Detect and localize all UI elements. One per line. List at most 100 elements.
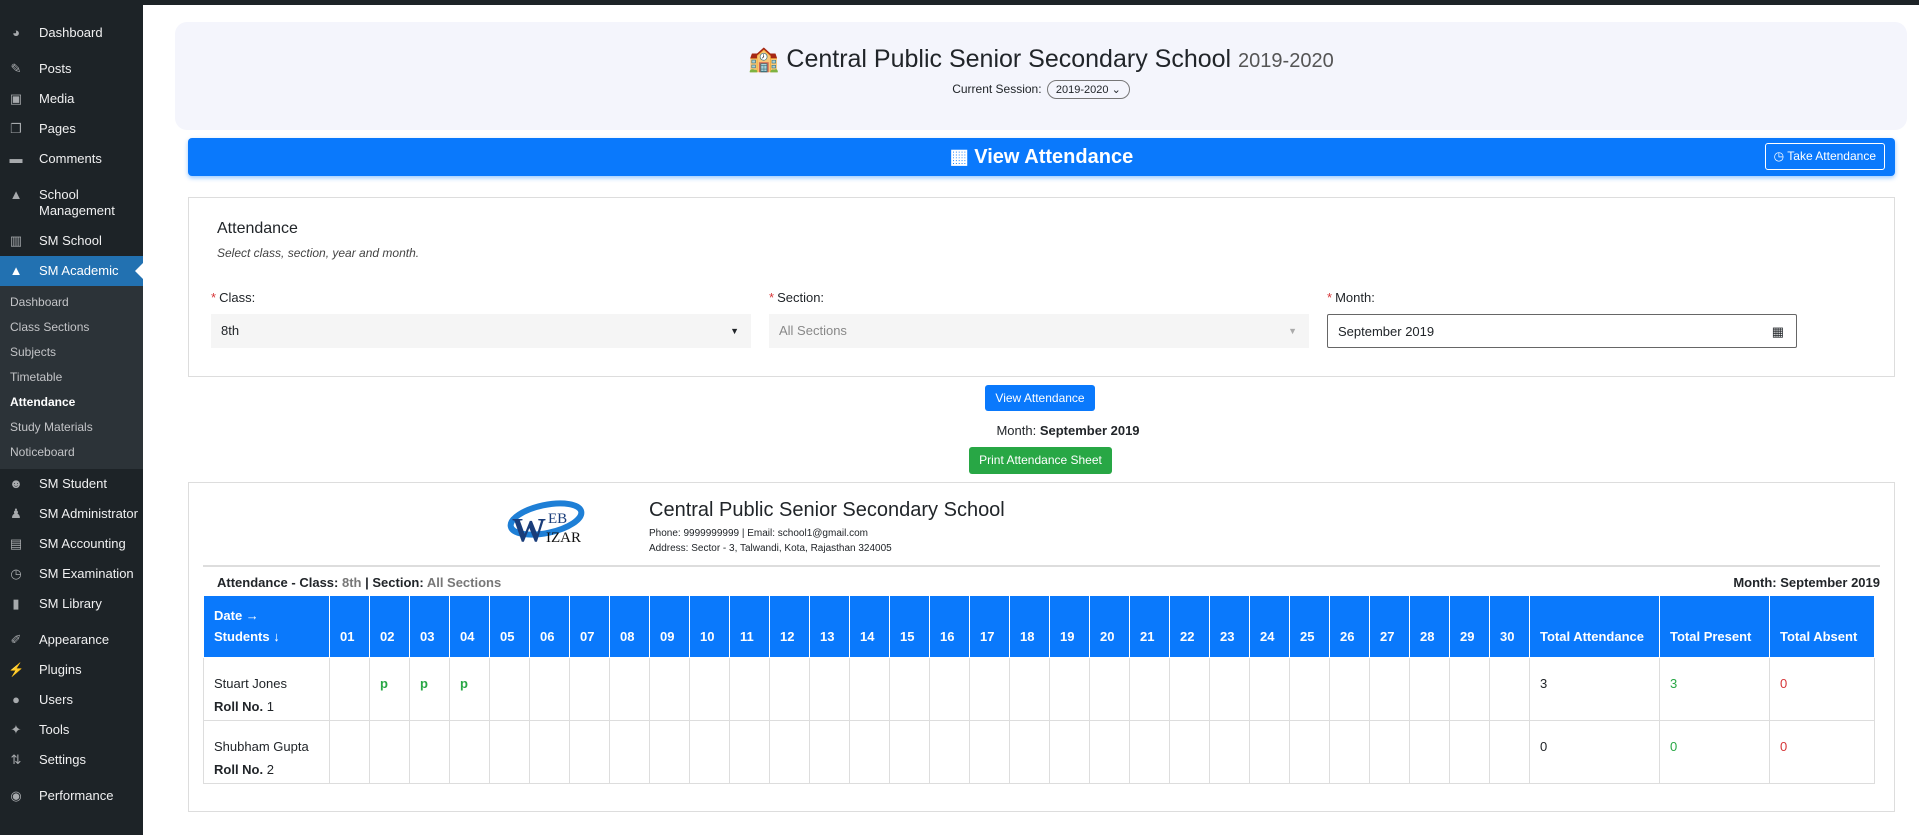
dashboard-icon: ◕ <box>8 25 24 41</box>
header-year: 2019-2020 <box>1238 50 1334 72</box>
attendance-cell <box>1010 721 1050 784</box>
attendance-cell <box>1450 721 1490 784</box>
submenu-item-attendance[interactable]: Attendance <box>0 390 143 415</box>
sidebar-item-users[interactable]: ●Users <box>0 685 143 715</box>
table-row: Stuart JonesRoll No. 1ppp330 <box>204 658 1875 721</box>
settings-icon: ⇅ <box>8 752 24 768</box>
day-header: 12 <box>770 596 810 658</box>
clock-icon: ◷ <box>1774 149 1784 163</box>
attendance-cell <box>970 721 1010 784</box>
attendance-cell <box>1370 721 1410 784</box>
submenu-item-study-materials[interactable]: Study Materials <box>0 415 143 440</box>
date-students-header: Date →Students ↓ <box>204 596 330 658</box>
building-icon: ▥ <box>8 233 24 249</box>
day-header: 19 <box>1050 596 1090 658</box>
sidebar-item-sm-academic[interactable]: ▲SM Academic <box>0 256 143 286</box>
svg-text:IZAR: IZAR <box>546 530 581 546</box>
brush-icon: ✐ <box>8 632 24 648</box>
svg-text:W: W <box>512 512 546 547</box>
attendance-cell <box>1410 658 1450 721</box>
sidebar-item-sm-accounting[interactable]: ▤SM Accounting <box>0 529 143 559</box>
total-absent: 0 <box>1770 658 1875 721</box>
attendance-cell: p <box>370 658 410 721</box>
plugin-icon: ⚡ <box>8 662 24 678</box>
attendance-cell <box>930 658 970 721</box>
sidebar-item-school-management[interactable]: ▲School Management <box>0 180 143 226</box>
attendance-cell <box>1410 721 1450 784</box>
attendance-cell <box>1250 658 1290 721</box>
sidebar-item-comments[interactable]: ▬Comments <box>0 144 143 174</box>
attendance-cell <box>1490 721 1530 784</box>
total-present: 3 <box>1660 658 1770 721</box>
day-header: 02 <box>370 596 410 658</box>
attendance-cell <box>770 658 810 721</box>
day-header: 07 <box>570 596 610 658</box>
sidebar-item-settings[interactable]: ⇅Settings <box>0 745 143 775</box>
day-header: 24 <box>1250 596 1290 658</box>
form-hint: Select class, section, year and month. <box>217 246 1866 260</box>
sidebar-item-sm-school[interactable]: ▥SM School <box>0 226 143 256</box>
sidebar-item-tools[interactable]: ✦Tools <box>0 715 143 745</box>
attendance-cell <box>1370 658 1410 721</box>
divider <box>203 565 1880 567</box>
attendance-cell <box>1170 721 1210 784</box>
sidebar-item-posts[interactable]: ✎Posts <box>0 54 143 84</box>
take-attendance-button[interactable]: ◷ Take Attendance <box>1765 143 1885 170</box>
attendance-cell <box>1010 658 1050 721</box>
day-header: 08 <box>610 596 650 658</box>
session-select[interactable]: 2019-2020 ⌄ <box>1047 80 1130 99</box>
user-icon: ● <box>8 692 24 708</box>
attendance-cell <box>410 721 450 784</box>
sidebar-item-sm-administrator[interactable]: ♟SM Administrator <box>0 499 143 529</box>
sidebar-item-dashboard[interactable]: ◕Dashboard <box>0 18 143 48</box>
month-input[interactable]: September 2019▦ <box>1327 314 1797 348</box>
day-header: 04 <box>450 596 490 658</box>
day-header: 20 <box>1090 596 1130 658</box>
media-icon: ▣ <box>8 91 24 107</box>
attendance-cell <box>570 658 610 721</box>
print-attendance-sheet-button[interactable]: Print Attendance Sheet <box>969 447 1112 474</box>
sidebar-item-sm-examination[interactable]: ◷SM Examination <box>0 559 143 589</box>
attendance-cell <box>490 658 530 721</box>
sidebar-item-appearance[interactable]: ✐Appearance <box>0 625 143 655</box>
school-header: 🏫 Central Public Senior Secondary School… <box>175 22 1907 130</box>
attendance-cell <box>890 721 930 784</box>
submenu-item-class-sections[interactable]: Class Sections <box>0 315 143 340</box>
group-icon: ☻ <box>8 476 24 492</box>
book-icon: ▮ <box>8 596 24 612</box>
sidebar-item-sm-student[interactable]: ☻SM Student <box>0 469 143 499</box>
view-attendance-button[interactable]: View Attendance <box>985 385 1095 411</box>
attendance-cell <box>330 721 370 784</box>
sidebar-item-performance[interactable]: ◉Performance <box>0 781 143 811</box>
sidebar-item-pages[interactable]: ❐Pages <box>0 114 143 144</box>
class-select[interactable]: 8th▼ <box>211 314 751 348</box>
section-select[interactable]: All Sections▼ <box>769 314 1309 348</box>
attendance-cell <box>1130 658 1170 721</box>
submenu-item-subjects[interactable]: Subjects <box>0 340 143 365</box>
school-icon: 🏫 <box>748 45 779 73</box>
day-header: 10 <box>690 596 730 658</box>
pin-icon: ✎ <box>8 61 24 77</box>
comment-icon: ▬ <box>8 151 24 167</box>
day-header: 18 <box>1010 596 1050 658</box>
attendance-cell: p <box>410 658 450 721</box>
report-school-name: Central Public Senior Secondary School <box>649 499 1005 522</box>
sm-academic-submenu: DashboardClass SectionsSubjectsTimetable… <box>0 286 143 469</box>
attendance-cell <box>330 658 370 721</box>
attendance-filter-form: Attendance Select class, section, year a… <box>188 197 1895 377</box>
total-absent-header: Total Absent <box>1770 596 1875 658</box>
submenu-item-noticeboard[interactable]: Noticeboard <box>0 440 143 465</box>
total-absent: 0 <box>1770 721 1875 784</box>
attendance-cell <box>1050 721 1090 784</box>
chevron-down-icon: ⌄ <box>1112 84 1121 96</box>
submenu-item-timetable[interactable]: Timetable <box>0 365 143 390</box>
submenu-item-dashboard[interactable]: Dashboard <box>0 290 143 315</box>
attendance-report: W EB IZAR Central Public Senior Secondar… <box>188 482 1895 812</box>
attendance-cell <box>1130 721 1170 784</box>
graduation-cap-icon: ▲ <box>8 263 24 279</box>
sidebar-item-plugins[interactable]: ⚡Plugins <box>0 655 143 685</box>
sidebar-item-media[interactable]: ▣Media <box>0 84 143 114</box>
sidebar-item-sm-library[interactable]: ▮SM Library <box>0 589 143 619</box>
day-header: 05 <box>490 596 530 658</box>
student-cell: Shubham GuptaRoll No. 2 <box>204 721 330 784</box>
